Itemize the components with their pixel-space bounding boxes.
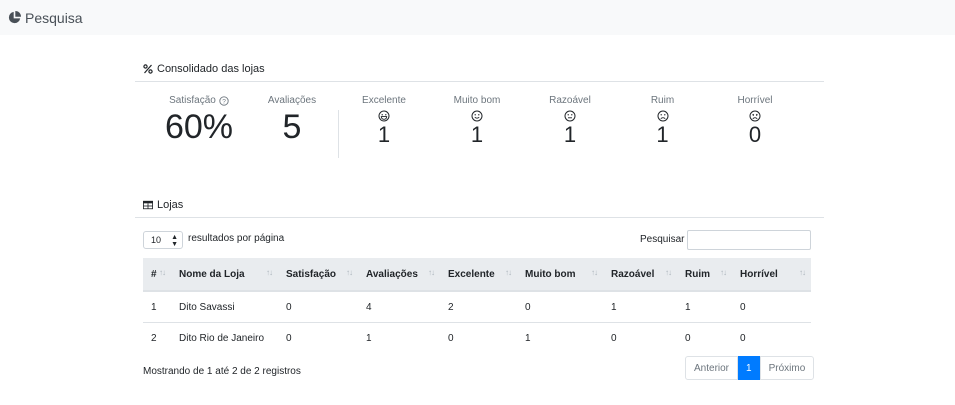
cell: Dito Rio de Janeiro bbox=[179, 332, 265, 344]
cell: 1 bbox=[366, 332, 372, 344]
rating-ruim: Ruim 1 bbox=[635, 95, 690, 146]
search-label: Pesquisar bbox=[640, 234, 685, 245]
col-header[interactable]: Razoável ↑↓ bbox=[603, 258, 677, 292]
col-header[interactable]: Horrível ↑↓ bbox=[732, 258, 811, 292]
cell: Dito Savassi bbox=[171, 291, 278, 323]
top-navbar: Pesquisa bbox=[0, 0, 955, 35]
rating-razoavel: Razoável 1 bbox=[540, 95, 600, 146]
page-1-button[interactable]: 1 bbox=[738, 356, 760, 380]
col-header[interactable]: # ↑↓ bbox=[143, 258, 171, 292]
cell: 0 bbox=[740, 332, 746, 344]
sort-icon: ↑↓ bbox=[346, 268, 353, 277]
svg-text:?: ? bbox=[222, 98, 226, 105]
rating-label: Muito bom bbox=[453, 95, 501, 106]
rating-label: Razoável bbox=[549, 95, 591, 106]
cell: 0 bbox=[286, 332, 292, 344]
table-icon bbox=[143, 200, 153, 210]
satisfacao-stat: Satisfação ? 60% bbox=[155, 95, 243, 146]
cell: 2 bbox=[151, 332, 157, 344]
col-header[interactable]: Muito bom ↑↓ bbox=[517, 258, 603, 292]
satisfacao-label: Satisfação bbox=[169, 95, 216, 106]
cell: 1 bbox=[525, 332, 531, 344]
table-row: 2 Dito Rio de Janeiro 0 1 0 1 0 0 0 bbox=[143, 323, 811, 354]
help-icon[interactable]: ? bbox=[219, 95, 229, 106]
avaliacoes-label: Avaliações bbox=[267, 95, 317, 106]
cell: 0 bbox=[517, 291, 603, 323]
rating-horrivel: Horrível 0 bbox=[725, 95, 785, 146]
sort-icon: ↑↓ bbox=[159, 268, 166, 277]
rating-value: 1 bbox=[656, 122, 669, 147]
cell: 0 bbox=[732, 291, 811, 323]
col-header[interactable]: Nome da Loja ↑↓ bbox=[171, 258, 278, 292]
satisfacao-value: 60% bbox=[164, 108, 234, 146]
rating-label: Horrível bbox=[737, 95, 773, 106]
cell: 1 bbox=[677, 291, 732, 323]
pie-chart-icon bbox=[8, 11, 21, 24]
rating-value: 0 bbox=[748, 122, 762, 147]
sort-icon: ↑↓ bbox=[720, 268, 727, 277]
search-input[interactable] bbox=[687, 230, 811, 250]
page-size-value: 10 bbox=[151, 235, 162, 245]
sort-icon: ↑↓ bbox=[591, 268, 598, 277]
avaliacoes-value: 5 bbox=[282, 108, 302, 146]
cell: 0 bbox=[278, 291, 358, 323]
rating-value: 1 bbox=[563, 122, 577, 147]
rating-value: 1 bbox=[377, 122, 391, 147]
rating-label: Ruim bbox=[650, 95, 675, 106]
cell: 4 bbox=[358, 291, 440, 323]
stats-panel: Satisfação ? 60% Avaliações 5 Excelente … bbox=[135, 95, 824, 165]
cell: 2 bbox=[440, 291, 517, 323]
cell: 1 bbox=[603, 291, 677, 323]
col-header[interactable]: Excelente ↑↓ bbox=[440, 258, 517, 292]
table-row: 1 Dito Savassi 0 4 2 0 1 1 0 bbox=[143, 291, 811, 323]
rating-label: Excelente bbox=[362, 95, 406, 106]
sort-arrows-icon: ▲ ▼ bbox=[171, 234, 178, 248]
next-page-button[interactable]: Próximo bbox=[759, 356, 815, 380]
prev-page-button[interactable]: Anterior bbox=[685, 356, 739, 380]
col-header[interactable]: Ruim ↑↓ bbox=[677, 258, 732, 292]
page-size-label: resultados por página bbox=[188, 233, 285, 244]
avaliacoes-stat: Avaliações 5 bbox=[257, 95, 327, 146]
lojas-title: Lojas bbox=[157, 199, 184, 211]
page-size-select[interactable]: 10 ▲ ▼ bbox=[143, 231, 183, 249]
cell: 0 bbox=[611, 332, 617, 344]
percent-icon bbox=[143, 64, 153, 74]
consolidado-title: Consolidado das lojas bbox=[157, 63, 265, 75]
table-info: Mostrando de 1 até 2 de 2 registros bbox=[143, 366, 301, 377]
lojas-table: # ↑↓ Nome da Loja ↑↓ Satisfação ↑↓ Avaliaçõ… bbox=[143, 258, 811, 353]
rating-muito-bom: Muito bom 1 bbox=[443, 95, 511, 146]
cell: 0 bbox=[448, 332, 454, 344]
consolidado-header: Consolidado das lojas bbox=[135, 57, 824, 82]
rating-excelente: Excelente 1 bbox=[355, 95, 413, 146]
cell: 0 bbox=[685, 332, 691, 344]
sort-icon: ↑↓ bbox=[266, 268, 273, 277]
table-header-row: # ↑↓ Nome da Loja ↑↓ Satisfação ↑↓ Avaliaçõ… bbox=[143, 258, 811, 292]
pagination: Anterior 1 Próximo bbox=[685, 356, 815, 380]
sort-icon: ↑↓ bbox=[799, 268, 806, 277]
app-title: Pesquisa bbox=[25, 9, 83, 26]
divider bbox=[338, 110, 339, 158]
rating-value: 1 bbox=[470, 122, 484, 147]
col-header[interactable]: Satisfação ↑↓ bbox=[278, 258, 358, 292]
brand[interactable]: Pesquisa bbox=[8, 10, 83, 26]
lojas-header: Lojas bbox=[135, 193, 824, 218]
cell: 1 bbox=[143, 291, 171, 323]
col-header[interactable]: Avaliações ↑↓ bbox=[358, 258, 440, 292]
sort-icon: ↑↓ bbox=[505, 268, 512, 277]
sort-icon: ↑↓ bbox=[665, 268, 672, 277]
sort-icon: ↑↓ bbox=[428, 268, 435, 277]
table-controls: 10 ▲ ▼ resultados por página Pesquisar bbox=[143, 230, 811, 250]
